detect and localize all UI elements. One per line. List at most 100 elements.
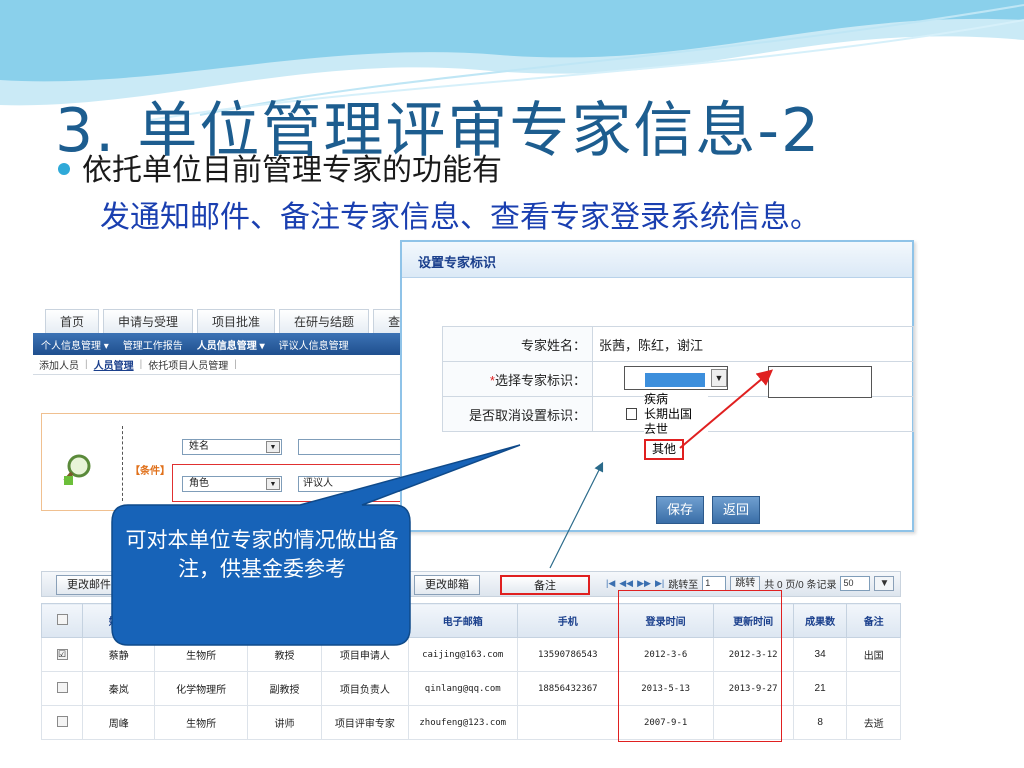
header-role: 角色 <box>321 603 409 638</box>
tab-home[interactable]: 首页 <box>45 309 100 333</box>
tab-approval[interactable]: 项目批准 <box>197 309 276 333</box>
option-disease[interactable]: 疾病 <box>644 392 708 407</box>
header-phone: 手机 <box>516 603 619 638</box>
crumb-sep: | <box>234 359 237 370</box>
change-email-button[interactable]: 更改邮箱 <box>414 575 480 595</box>
crumb-sep: | <box>139 359 143 370</box>
cell-remark: 去逝 <box>846 705 901 740</box>
option-other[interactable]: 其他 <box>644 439 685 460</box>
prev-page-icon[interactable]: ◀◀ <box>619 578 633 589</box>
field-select-role[interactable]: 角色 ▼ <box>182 476 282 492</box>
header-count: 成果数 <box>792 603 848 638</box>
subnav-staff[interactable]: 人员信息管理 ▾ <box>197 337 265 352</box>
cell-title: 教授 <box>246 637 323 672</box>
cell-phone: 18856432367 <box>516 671 619 706</box>
sub-nav: 个人信息管理 ▾ 管理工作报告 人员信息管理 ▾ 评议人信息管理 <box>33 333 433 355</box>
chevron-down-icon[interactable]: ▼ <box>711 369 727 387</box>
option-abroad[interactable]: 长期出国 <box>644 407 708 422</box>
custom-mark-input[interactable] <box>768 366 872 398</box>
option-deceased[interactable]: 去世 <box>644 422 708 437</box>
bullet-text: 依托单位目前管理专家的功能有 <box>58 145 502 189</box>
tab-research[interactable]: 在研与结题 <box>279 309 370 333</box>
first-page-icon[interactable]: |◀ <box>606 578 615 589</box>
chevron-down-icon: ▼ <box>266 478 280 490</box>
last-page-icon[interactable]: ▶| <box>655 578 664 589</box>
checkbox[interactable] <box>56 715 68 727</box>
cell-role: 项目评审专家 <box>321 705 409 740</box>
field-select-name[interactable]: 姓名 ▼ <box>182 439 282 455</box>
cancel-mark-checkbox[interactable] <box>626 408 637 420</box>
subnav-personal[interactable]: 个人信息管理 ▾ <box>41 337 109 352</box>
bullet-dot-icon <box>58 163 70 175</box>
chevron-down-icon[interactable]: ▼ <box>874 576 895 591</box>
cell-email: caijing@163.com <box>407 637 518 672</box>
goto-button[interactable]: 跳转 <box>730 576 761 591</box>
header-email: 电子邮箱 <box>407 603 518 638</box>
row-checkbox[interactable] <box>40 671 84 706</box>
subnav-report[interactable]: 管理工作报告 <box>123 337 183 352</box>
callout-text: 可对本单位专家的情况做出备注，供基金委参考 <box>125 528 399 581</box>
checkbox[interactable] <box>56 681 68 693</box>
cell-email: zhoufeng@123.com <box>407 705 518 740</box>
pager: |◀ ◀◀ ▶▶ ▶| 跳转至 1 跳转 共 0 页/0 条记录 50 ▼ <box>606 576 895 591</box>
cancel-mark-cell <box>592 396 914 432</box>
row-checkbox[interactable] <box>40 705 84 740</box>
page-size-select[interactable]: 50 <box>840 576 871 591</box>
select-mark-label-text: 选择专家标识： <box>494 372 586 388</box>
cell-remark: 出国 <box>846 637 901 672</box>
page-size-value: 50 <box>843 578 854 588</box>
save-button[interactable]: 保存 <box>656 496 705 524</box>
condition-label: 【条件】 <box>130 466 170 477</box>
header-unit: 单位 <box>154 603 248 638</box>
pager-info: 共 0 页/0 条记录 <box>764 580 837 591</box>
cell-phone <box>516 705 619 740</box>
notify-email-button[interactable]: 更改邮件 <box>56 575 122 595</box>
cell-title: 讲师 <box>246 705 323 740</box>
field-select-name-value: 姓名 <box>189 441 209 452</box>
cell-unit: 生物所 <box>154 705 248 740</box>
set-expert-mark-dialog: 设置专家标识 专家姓名： 张茜，陈红，谢江 *选择专家标识： 是否取消设置标识：… <box>400 240 914 532</box>
cell-title: 副教授 <box>246 671 323 706</box>
header-remark: 备注 <box>846 603 901 638</box>
cell-unit: 生物所 <box>154 637 248 672</box>
expert-mark-select[interactable]: ▼ <box>624 366 728 390</box>
cancel-mark-label: 是否取消设置标识： <box>442 396 593 432</box>
cell-remark <box>846 671 901 706</box>
header-title: 职称 <box>246 603 323 638</box>
divider <box>122 426 123 501</box>
tab-apply[interactable]: 申请与受理 <box>103 309 194 333</box>
header-select-all[interactable] <box>40 603 84 638</box>
page-input[interactable]: 1 <box>702 576 727 591</box>
back-button[interactable]: 返回 <box>712 496 761 524</box>
checkbox[interactable]: ☑ <box>56 649 68 660</box>
field-select-role-value: 角色 <box>189 478 209 489</box>
selected-option-highlight <box>645 373 705 387</box>
chevron-down-icon: ▼ <box>266 441 280 453</box>
crumb-add[interactable]: 添加人员 <box>39 357 79 372</box>
expert-name-value: 张茜，陈红，谢江 <box>592 326 914 362</box>
cell-unit: 化学物理所 <box>154 671 248 706</box>
remark-button[interactable]: 备注 <box>500 575 590 595</box>
cell-role: 项目申请人 <box>321 637 409 672</box>
cell-name: 蔡静 <box>82 637 156 672</box>
crumb-project-staff[interactable]: 依托项目人员管理 <box>148 357 228 372</box>
search-magnifier-icon[interactable] <box>62 452 96 486</box>
row-checkbox[interactable]: ☑ <box>40 637 84 672</box>
select-mark-label: *选择专家标识： <box>442 361 593 397</box>
cell-name: 周峰 <box>82 705 156 740</box>
goto-label: 跳转至 <box>668 580 699 591</box>
next-page-icon[interactable]: ▶▶ <box>637 578 651 589</box>
cell-name: 秦岚 <box>82 671 156 706</box>
dialog-title: 设置专家标识 <box>402 242 912 278</box>
cell-role: 项目负责人 <box>321 671 409 706</box>
top-nav: 首页 申请与受理 项目批准 在研与结题 查 <box>33 303 433 333</box>
cell-count: 8 <box>792 705 848 740</box>
cell-count: 21 <box>792 671 848 706</box>
cell-email: qinlang@qq.com <box>407 671 518 706</box>
crumb-staff[interactable]: 人员管理 <box>94 357 134 372</box>
cell-count: 34 <box>792 637 848 672</box>
subnav-reviewer[interactable]: 评议人信息管理 <box>279 337 349 352</box>
crumb-sep: | <box>85 359 88 370</box>
expert-name-label: 专家姓名： <box>442 326 593 362</box>
checkbox[interactable] <box>56 613 68 625</box>
